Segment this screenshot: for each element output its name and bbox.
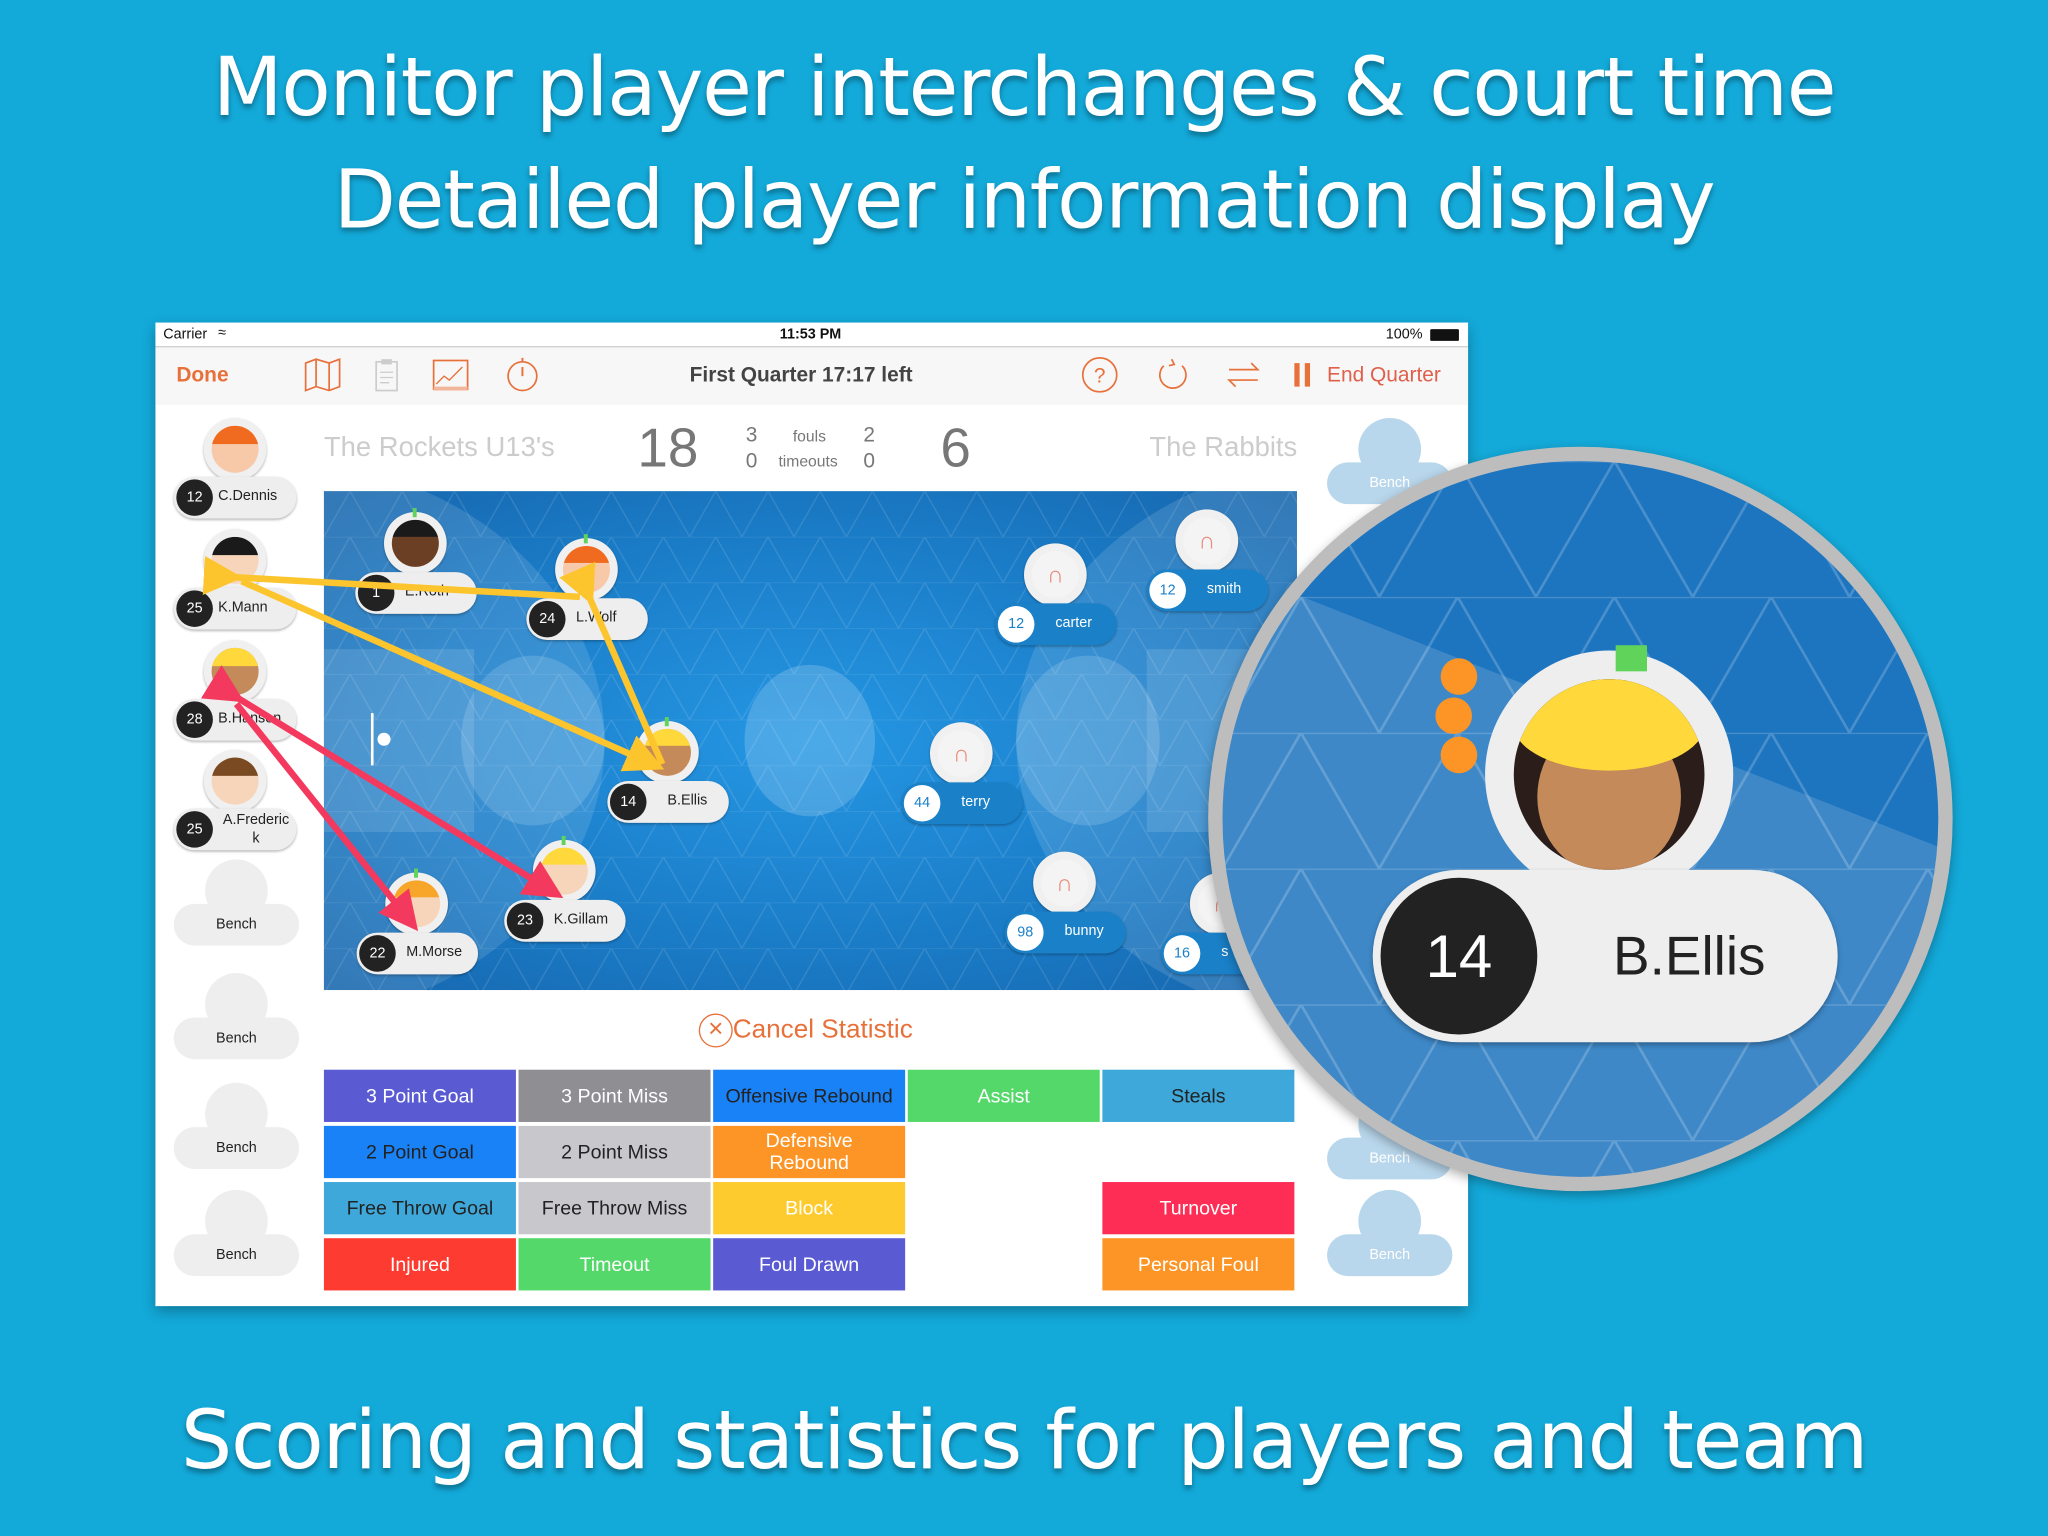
cancel-icon: × [698,1013,733,1048]
away-timeouts: 0 [863,450,875,473]
player-avatar [203,417,267,481]
cancel-statistic-label: Cancel Statistic [732,1015,913,1045]
headline-footer: Scoring and statistics for players and t… [180,1392,1868,1488]
rabbit-avatar: ∩ [1023,543,1087,607]
rabbit-avatar: ∩ [929,722,993,785]
battery-percent: 100% [1385,326,1423,343]
player-avatar [555,534,618,601]
stat-button-3-point-miss[interactable]: 3 Point Miss [518,1069,711,1122]
clock: 11:53 PM [779,326,842,343]
foul-dot [1440,736,1478,774]
magnified-player-pill: 14 B.Ellis [1372,869,1838,1043]
map-icon[interactable] [303,355,342,394]
stat-button-defensive-rebound[interactable]: Defensive Rebound [713,1125,906,1179]
player-pill: 44 terry [901,782,1023,825]
svg-text:?: ? [1094,365,1106,388]
home-score: 18 [637,416,699,479]
foul-dot [1440,658,1478,695]
stat-button-personal-foul[interactable]: Personal Foul [1102,1238,1295,1291]
court-time-indicator [561,835,566,846]
timeouts-label: timeouts [778,451,838,471]
player-pill: 23 K.Gillam [504,899,626,942]
stat-button-block[interactable]: Block [713,1182,906,1235]
player-pill: 14 B.Ellis [607,781,729,823]
player-pill: 12 C.Dennis [173,476,297,519]
player-pill: 24 L.Wolf [526,598,648,640]
battery-icon [1430,329,1459,341]
home-fouls: 3 [745,424,758,447]
stat-button-timeout[interactable]: Timeout [518,1238,711,1291]
headline-line2: Detailed player information display [333,151,1716,247]
refresh-icon[interactable] [1153,355,1192,394]
court-time-indicator [414,868,418,878]
player-pill: 25 A.Frederic k [173,808,297,851]
carrier: Carrier [163,326,208,343]
player-avatar [203,749,267,813]
clipboard-icon[interactable] [367,355,406,394]
court-markings [323,491,1297,991]
end-quarter-button[interactable]: End Quarter [1327,364,1441,388]
player-avatar [385,868,448,936]
stopwatch-icon[interactable] [503,355,542,394]
player-pill: 28 B.Hansen [173,698,297,741]
away-score: 6 [940,416,971,479]
away-team-name: The Rabbits [1149,432,1298,463]
swap-icon[interactable] [1224,355,1263,394]
player-pill: 1 E.Roth [355,572,477,614]
magnified-player-number: 14 [1380,877,1538,1035]
basketball-court[interactable]: 1 E.Roth 24 L.Wolf 14 B.Ellis 23 K.Gillam 22… [323,491,1297,991]
stat-button-free-throw-miss[interactable]: Free Throw Miss [518,1182,711,1235]
magnifier-zoom: 14 B.Ellis [1208,446,1953,1192]
quarter-clock: First Quarter 17:17 left [689,364,913,387]
stat-button-assist[interactable]: Assist [907,1069,1100,1122]
stat-button-2-point-goal[interactable]: 2 Point Goal [323,1125,516,1179]
magnified-avatar [1485,645,1734,899]
player-pill: 25 K.Mann [173,587,297,630]
stat-button-3-point-goal[interactable]: 3 Point Goal [323,1069,516,1122]
stat-button-turnover[interactable]: Turnover [1102,1182,1295,1235]
player-pill: 22 M.Morse [356,932,479,975]
cancel-statistic-button[interactable]: × Cancel Statistic [698,1013,913,1048]
player-avatar [532,835,596,903]
player-pill: 98 bunny [1004,911,1126,954]
stat-button-injured[interactable]: Injured [323,1238,516,1291]
stat-button-offensive-rebound[interactable]: Offensive Rebound [713,1069,906,1122]
court-time-indicator [664,717,669,727]
rabbit-avatar: ∩ [1033,851,1096,915]
promo-screenshot: Monitor player interchanges & court time… [0,0,2048,1536]
status-bar: Carrier ≈ 11:53 PM 100% [155,322,1469,348]
stat-button-foul-drawn[interactable]: Foul Drawn [713,1238,906,1291]
court-time-indicator [583,534,588,544]
fouls-label: fouls [792,427,826,446]
magnified-player-name: B.Ellis [1613,924,1766,987]
stat-button-free-throw-goal[interactable]: Free Throw Goal [323,1182,516,1235]
headline-line1: Monitor player interchanges & court time [212,39,1837,135]
stat-button-2-point-miss[interactable]: 2 Point Miss [518,1125,711,1179]
home-timeouts: 0 [745,450,758,473]
chart-icon[interactable] [431,355,470,394]
player-avatar [636,717,699,784]
player-avatar [203,639,267,703]
foul-dot [1435,697,1472,735]
away-fouls: 2 [863,424,875,447]
player-avatar [203,528,267,592]
court-time-indicator [1615,645,1648,672]
done-button[interactable]: Done [176,364,228,388]
toolbar: Done First Quarter 17:17 left ? End Quar… [155,347,1469,405]
player-pill: 12 carter [995,603,1117,646]
home-team-name: The Rockets U13's [323,432,555,463]
player-avatar [383,508,447,575]
help-icon[interactable]: ? [1080,355,1119,394]
pause-icon[interactable] [1289,355,1328,394]
wifi-icon: ≈ [218,325,227,341]
court-time-indicator [412,508,417,518]
